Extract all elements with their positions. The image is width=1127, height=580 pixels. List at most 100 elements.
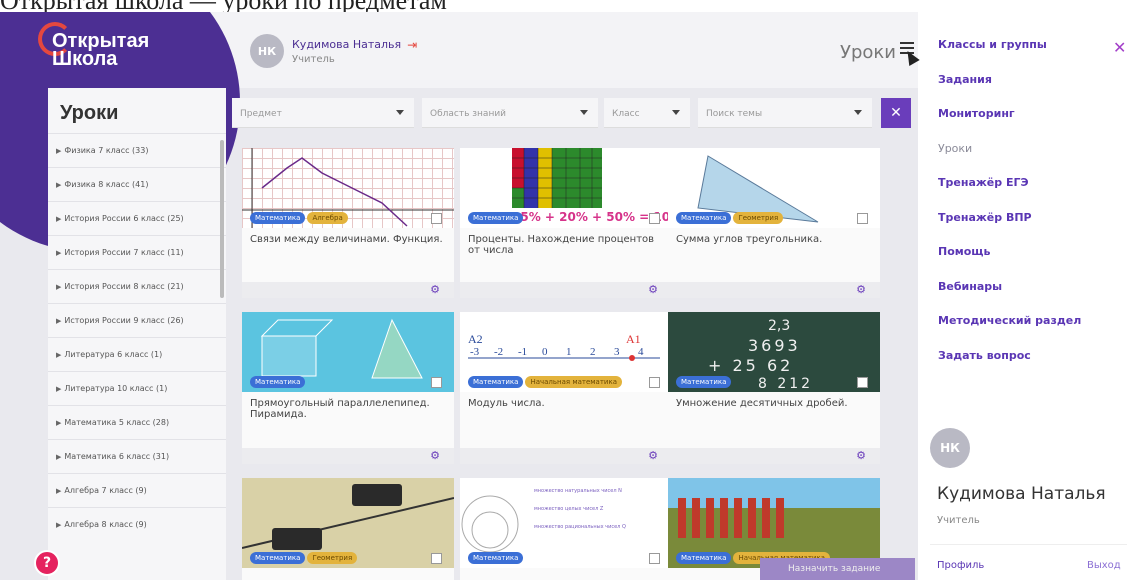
course-item[interactable]: ▶ История России 7 класс (11) [48,235,226,269]
avatar: НК [250,34,284,68]
course-list: ▶ Физика 7 класс (33) ▶ Физика 8 класс (41)… [48,133,226,541]
card-image: Математика Геометрия [668,148,880,228]
lesson-card[interactable]: Математика Прямоугольный параллелепипед.… [242,312,454,464]
select-checkbox[interactable] [431,213,442,224]
select-checkbox[interactable] [649,553,660,564]
avatar: НК [930,428,970,468]
gear-icon[interactable]: ⚙ [430,449,440,462]
select-checkbox[interactable] [857,377,868,388]
tag: Математика [468,212,524,224]
course-item[interactable]: ▶ Физика 7 класс (33) [48,133,226,167]
tag: Математика [676,552,732,564]
header-user[interactable]: НК Кудимова Наталья ⇥ Учитель [250,34,417,68]
drawer-item[interactable]: Задания [918,73,1127,108]
tag: Математика [250,212,306,224]
drawer-item[interactable]: Помощь [918,245,1127,280]
board-text: 2,3 [768,318,791,334]
course-item[interactable]: ▶ История России 9 класс (26) [48,303,226,337]
gear-icon[interactable]: ⚙ [856,449,866,462]
select-checkbox[interactable] [431,553,442,564]
card-title: Связи между величинами. Функция. [250,234,443,245]
drawer-item[interactable]: Мониторинг [918,107,1127,142]
help-button[interactable]: ? [34,550,60,576]
course-item[interactable]: ▶ Физика 8 класс (41) [48,167,226,201]
card-title: Сумма углов треугольника. [676,234,823,245]
drawer-item[interactable]: Методический раздел [918,314,1127,349]
tag: Математика [468,552,524,564]
drawer-item[interactable]: Уроки [918,142,1127,177]
gear-icon[interactable]: ⚙ [430,283,440,296]
caret-right-icon: ▶ [56,147,62,155]
lesson-card[interactable]: 25% + 20% + 50% = 100% Математика Процен… [460,148,672,298]
tick-label: 2 [590,346,596,358]
gear-icon[interactable]: ⚙ [648,449,658,462]
subject-select[interactable]: Предмет [232,98,414,128]
tag: Алгебра [307,212,348,224]
course-item[interactable]: ▶ Математика 6 класс (31) [48,439,226,473]
course-item[interactable]: ▶ Литература 10 класс (1) [48,371,226,405]
caret-right-icon: ▶ [56,419,62,427]
course-item[interactable]: ▶ Алгебра 8 класс (9) [48,507,226,541]
chevron-down-icon [580,110,588,115]
course-item[interactable]: ▶ Алгебра 7 класс (9) [48,473,226,507]
logo[interactable]: Открытая Школа [52,31,149,69]
topic-search[interactable]: Поиск темы [698,98,872,128]
clear-filters-button[interactable]: ✕ [881,98,911,128]
drawer-user-name: Кудимова Наталья [937,484,1106,504]
close-icon[interactable]: ✕ [1113,38,1126,57]
card-title: Прямоугольный параллелепипед. Пирамида. [250,398,430,420]
section-title: Уроки [840,42,896,63]
select-checkbox[interactable] [649,213,660,224]
card-image: множество натуральных чисел N множество … [460,478,672,568]
card-image: Математика Алгебра [242,148,454,228]
profile-link[interactable]: Профиль [937,560,984,571]
image-formula: 25% + 20% + 50% = 100% [512,210,672,224]
lesson-card[interactable]: -3 -2 -1 0 1 2 3 4 A2 A1 Математика Начальная ма… [460,312,672,464]
logout-icon[interactable]: ⇥ [407,38,417,52]
board-text: 8 212 [758,376,814,392]
lesson-card[interactable]: 2,3 3693 + 25 62 8 212 Математика Умноже… [668,312,880,464]
gear-icon[interactable]: ⚙ [856,283,866,296]
app-window: Открытая Школа НК Кудимова Наталья ⇥ Учи… [0,12,918,580]
gear-icon[interactable]: ⚙ [648,283,658,296]
exit-link[interactable]: Выход [1087,560,1121,571]
course-item[interactable]: ▶ История России 8 класс (21) [48,269,226,303]
card-image: Математика Геометрия [242,478,454,568]
drawer-item[interactable]: Задать вопрос [918,349,1127,384]
lessons-title: Уроки [60,102,119,124]
lesson-card[interactable]: множество натуральных чисел N множество … [460,478,672,580]
caret-right-icon: ▶ [56,317,62,325]
assign-task-button[interactable]: Назначить задание [760,558,915,580]
lesson-card[interactable]: Математика Алгебра Связи между величинами… [242,148,454,298]
drawer-item[interactable]: Классы и группы [918,38,1127,73]
select-checkbox[interactable] [857,213,868,224]
caret-right-icon: ▶ [56,487,62,495]
drawer-item[interactable]: Вебинары [918,280,1127,315]
tag: Математика [250,376,306,388]
caret-right-icon: ▶ [56,249,62,257]
course-item[interactable]: ▶ История России 6 класс (25) [48,201,226,235]
select-checkbox[interactable] [431,377,442,388]
card-title: Модуль числа. [468,398,545,409]
grade-select[interactable]: Класс [604,98,690,128]
drawer-item[interactable]: Тренажёр ВПР [918,211,1127,246]
select-checkbox[interactable] [649,377,660,388]
chevron-down-icon [672,110,680,115]
card-title: Проценты. Нахождение процентов от числа [468,234,655,256]
tick-label: -3 [470,346,480,358]
course-item[interactable]: ▶ Литература 6 класс (1) [48,337,226,371]
lesson-card[interactable]: Математика Геометрия Сумма углов треуголь… [668,148,880,298]
tag: Геометрия [733,212,784,224]
card-image: Математика [242,312,454,392]
lesson-card[interactable]: Математика Геометрия [242,478,454,580]
user-name: Кудимова Наталья [292,38,402,51]
card-image: МатематикаНачальная математика [668,478,880,568]
course-item[interactable]: ▶ Математика 5 класс (28) [48,405,226,439]
tag: Математика [676,212,732,224]
caret-right-icon: ▶ [56,385,62,393]
drawer-item[interactable]: Тренажёр ЕГЭ [918,176,1127,211]
area-select[interactable]: Область знаний [422,98,598,128]
tag: Математика [250,552,306,564]
sidebar-scrollbar[interactable] [220,140,224,298]
caret-right-icon: ▶ [56,181,62,189]
